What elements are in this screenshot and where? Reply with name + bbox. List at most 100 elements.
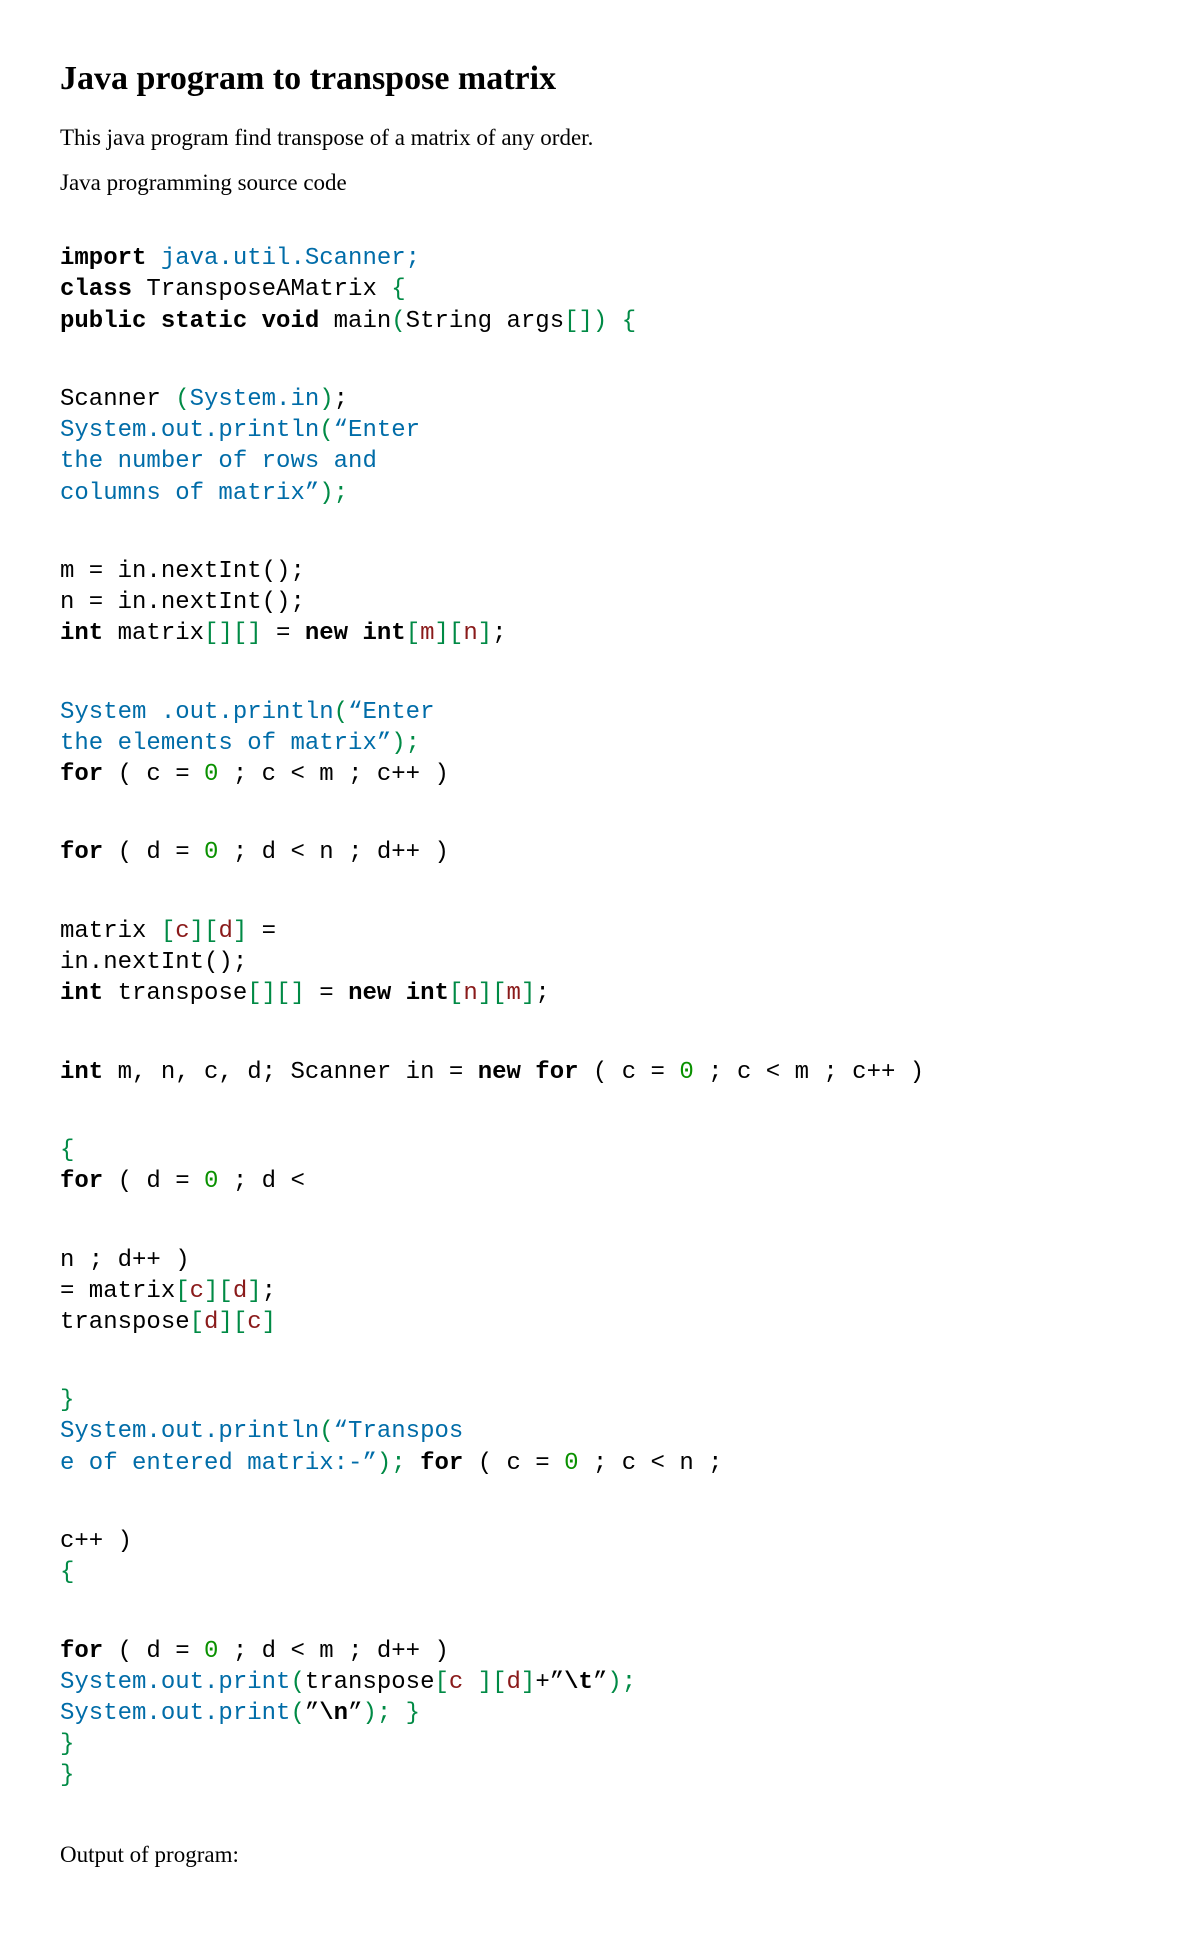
- code-text: transpose: [305, 1669, 435, 1696]
- code-section: n ; d++ ) = matrix[c][d]; transpose[d][c…: [60, 1245, 1140, 1339]
- class-ref: java.util.Scanner;: [146, 245, 420, 272]
- code-text: ”: [305, 1700, 319, 1727]
- brace: [: [406, 620, 420, 647]
- brace: ][: [478, 980, 507, 1007]
- code-text: m = in.nextInt();: [60, 558, 305, 585]
- code-section: for ( d = 0 ; d < n ; d++ ): [60, 837, 1140, 868]
- code-section: int m, n, c, d; Scanner in = new for ( c…: [60, 1057, 1140, 1088]
- code-text: ; c < n ;: [579, 1450, 723, 1477]
- string: “Enter: [348, 699, 434, 726]
- code-section: c++ ) {: [60, 1526, 1140, 1588]
- brace: ][: [190, 918, 219, 945]
- index: n: [463, 980, 477, 1007]
- method: System.out.print: [60, 1700, 290, 1727]
- keyword: new int: [348, 980, 449, 1007]
- code-text: c++ ): [60, 1528, 132, 1555]
- code-text: ; d < n ; d++ ): [218, 839, 448, 866]
- brace: ][: [204, 1278, 233, 1305]
- code-text: n ; d++ ): [60, 1247, 190, 1274]
- keyword: for: [60, 1638, 103, 1665]
- number: 0: [204, 1168, 218, 1195]
- brace: );: [377, 1450, 406, 1477]
- brace: ]: [233, 918, 247, 945]
- method: System.out.println: [60, 417, 319, 444]
- keyword: import: [60, 245, 146, 272]
- class-ref: System.in: [190, 386, 320, 413]
- keyword: int: [60, 1059, 103, 1086]
- code-text: ( c =: [463, 1450, 564, 1477]
- code-text: matrix: [60, 918, 161, 945]
- code-text: ( c =: [103, 761, 204, 788]
- method: System.out.print: [60, 1669, 290, 1696]
- code-text: Scanner: [60, 386, 175, 413]
- keyword: int: [60, 980, 103, 1007]
- number: 0: [564, 1450, 578, 1477]
- brace: []) {: [564, 308, 636, 335]
- keyword: for: [60, 1168, 103, 1195]
- number: 0: [204, 1638, 218, 1665]
- escape: \n: [319, 1700, 348, 1727]
- brace: );: [362, 1700, 391, 1727]
- code-text: ( d =: [103, 839, 204, 866]
- code-text: n = in.nextInt();: [60, 589, 305, 616]
- method: System .out.println: [60, 699, 334, 726]
- code-section: import java.util.Scanner; class Transpos…: [60, 243, 1140, 337]
- code-text: = matrix: [60, 1278, 175, 1305]
- string: columns of matrix”: [60, 480, 319, 507]
- string: “Transpos: [334, 1418, 464, 1445]
- brace: }: [391, 1700, 420, 1727]
- brace: (: [334, 699, 348, 726]
- brace: );: [319, 480, 348, 507]
- code-text: ”: [593, 1669, 607, 1696]
- brace: }: [60, 1762, 74, 1789]
- brace: (: [175, 386, 189, 413]
- brace: (: [290, 1669, 304, 1696]
- brace: [: [161, 918, 175, 945]
- keyword: new int: [305, 620, 406, 647]
- keyword: for: [60, 839, 103, 866]
- index: d: [233, 1278, 247, 1305]
- brace: ]: [478, 620, 492, 647]
- code-text: main: [319, 308, 391, 335]
- index: d: [204, 1309, 218, 1336]
- escape: \t: [564, 1669, 593, 1696]
- code-section: m = in.nextInt(); n = in.nextInt(); int …: [60, 556, 1140, 650]
- index: c: [449, 1669, 478, 1696]
- brace: [: [175, 1278, 189, 1305]
- index: c: [175, 918, 189, 945]
- code-section: { for ( d = 0 ; d <: [60, 1135, 1140, 1197]
- code-block: import java.util.Scanner; class Transpos…: [60, 212, 1140, 1839]
- code-text: ( c =: [579, 1059, 680, 1086]
- code-text: +”: [535, 1669, 564, 1696]
- keyword: for: [60, 761, 103, 788]
- brace: {: [60, 1137, 74, 1164]
- brace: (: [319, 417, 333, 444]
- brace: ]: [521, 1669, 535, 1696]
- brace: ][: [435, 620, 464, 647]
- keyword: public static void: [60, 308, 319, 335]
- string: “Enter: [334, 417, 420, 444]
- code-text: [406, 1450, 420, 1477]
- code-section: Scanner (System.in); System.out.println(…: [60, 384, 1140, 509]
- index: d: [507, 1669, 521, 1696]
- method: System.out.println: [60, 1418, 319, 1445]
- code-text: transpose: [103, 980, 247, 1007]
- code-text: ;: [262, 1278, 276, 1305]
- code-section: } System.out.println(“Transpos e of ente…: [60, 1385, 1140, 1479]
- code-text: ( d =: [103, 1168, 204, 1195]
- code-text: ; c < m ; c++ ): [694, 1059, 924, 1086]
- code-text: ; c < m ; c++ ): [218, 761, 448, 788]
- code-text: =: [262, 620, 305, 647]
- brace: );: [607, 1669, 636, 1696]
- code-section: System .out.println(“Enter the elements …: [60, 697, 1140, 791]
- keyword: int: [60, 620, 103, 647]
- index: c: [247, 1309, 261, 1336]
- code-section: for ( d = 0 ; d < m ; d++ ) System.out.p…: [60, 1636, 1140, 1792]
- brace: (: [319, 1418, 333, 1445]
- brace: ]: [521, 980, 535, 1007]
- brace: ]: [262, 1309, 276, 1336]
- code-text: =: [247, 918, 276, 945]
- output-caption: Output of program:: [60, 1839, 1140, 1870]
- brace: ][: [478, 1669, 507, 1696]
- brace: [: [190, 1309, 204, 1336]
